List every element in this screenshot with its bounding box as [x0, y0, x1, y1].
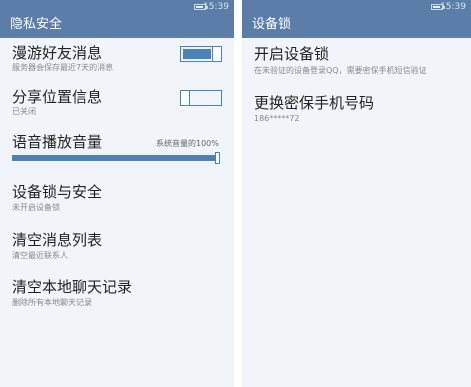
toggle-fill: [183, 49, 211, 59]
share-location-label: 分享位置信息: [12, 88, 103, 106]
clear-message-list-label: 清空消息列表: [12, 231, 103, 249]
page-title: 隐私安全: [10, 17, 63, 32]
enable-device-lock-sub: 在未验证的设备登录QQ，需要密保手机短信验证: [254, 66, 427, 75]
title-bar: 隐私安全: [0, 14, 234, 38]
clear-local-chat-sub: 删除所有本地聊天记录: [12, 298, 92, 307]
voice-volume-value: 系统音量的100%: [156, 139, 219, 148]
clear-message-list-sub: 清空最近联系人: [12, 251, 68, 260]
status-bar: 15:39: [242, 0, 471, 14]
status-bar: 15:39: [0, 0, 234, 14]
device-lock-panel: 15:39 设备锁 开启设备锁 在未验证的设备登录QQ，需要密保手机短信验证 更…: [242, 0, 471, 387]
title-bar: 设备锁: [242, 14, 471, 38]
share-location-toggle[interactable]: [180, 90, 222, 106]
voice-volume-label: 语音播放音量: [12, 133, 103, 151]
toggle-knob: [180, 90, 190, 106]
voice-volume-slider[interactable]: [12, 152, 220, 164]
toggle-knob: [212, 46, 222, 62]
roaming-messages-toggle[interactable]: [180, 46, 222, 62]
page-title: 设备锁: [252, 17, 292, 32]
change-phone-label: 更换密保手机号码: [254, 94, 375, 112]
clear-local-chat-label: 清空本地聊天记录: [12, 278, 133, 296]
enable-device-lock-label: 开启设备锁: [254, 45, 330, 63]
share-location-sub: 已关闭: [12, 107, 36, 116]
roaming-messages-sub: 服务器会保存最近7天的消息: [12, 63, 114, 72]
device-lock-security-sub: 未开启设备锁: [12, 203, 60, 212]
slider-fill: [12, 155, 220, 161]
privacy-security-panel: 15:39 隐私安全 漫游好友消息 服务器会保存最近7天的消息 分享位置信息 已…: [0, 0, 234, 387]
slider-thumb[interactable]: [215, 152, 220, 164]
status-time: 15:39: [203, 2, 229, 12]
status-time: 15:39: [440, 2, 466, 12]
change-phone-sub: 186*****72: [254, 114, 300, 123]
roaming-messages-label: 漫游好友消息: [12, 44, 103, 62]
device-lock-security-label: 设备锁与安全: [12, 183, 103, 201]
